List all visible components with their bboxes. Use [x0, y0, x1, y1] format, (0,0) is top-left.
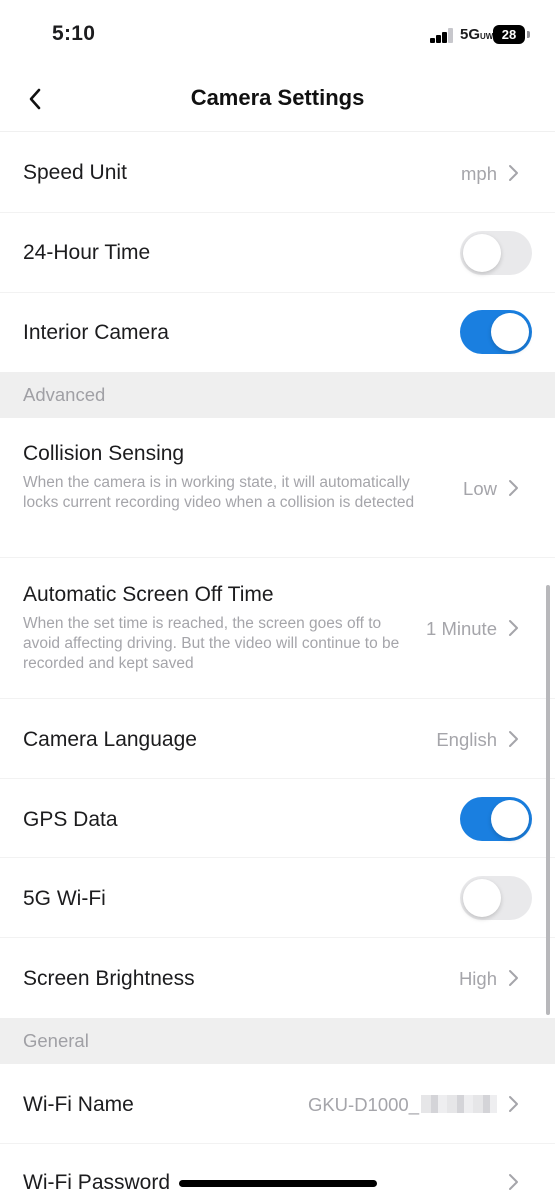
interior-camera-label: Interior Camera [23, 321, 169, 344]
chevron-right-icon [509, 1174, 518, 1190]
chevron-right-icon [509, 1096, 518, 1112]
speed-unit-label: Speed Unit [23, 161, 127, 184]
home-indicator[interactable] [179, 1180, 377, 1187]
section-title-advanced: Advanced [23, 384, 106, 405]
section-header-advanced: Advanced [0, 372, 555, 418]
section-title-general: General [23, 1030, 89, 1051]
toggle-knob [463, 234, 501, 272]
screen-brightness-value: High [458, 968, 497, 989]
wifi-name-value: GKU-D1000_ [307, 1094, 419, 1115]
screen-off-time-description: When the set time is reached, the screen… [23, 615, 400, 672]
redacted-ssid [421, 1095, 497, 1113]
wifi-name-row[interactable]: Wi-Fi Name GKU-D1000_ [0, 1064, 555, 1144]
speed-unit-row[interactable]: Speed Unit mph [0, 133, 555, 213]
status-time: 5:10 [52, 22, 96, 45]
network-label: 5G [460, 26, 481, 43]
network-sub-label: UW [480, 32, 494, 41]
gps-data-row: GPS Data [0, 779, 555, 858]
collision-sensing-label: Collision Sensing [23, 442, 185, 465]
screen-off-time-row[interactable]: Automatic Screen Off Time When the set t… [0, 558, 555, 699]
gps-data-toggle[interactable] [460, 797, 532, 841]
network-indicator: 5GUW [460, 26, 494, 43]
wifi-name-label: Wi-Fi Name [23, 1093, 134, 1116]
wifi-5g-label: 5G Wi-Fi [23, 887, 106, 910]
screen-brightness-label: Screen Brightness [23, 967, 195, 990]
wifi-5g-toggle[interactable] [460, 876, 532, 920]
toggle-knob [491, 800, 529, 838]
collision-sensing-description: When the camera is in working state, it … [23, 474, 415, 511]
toggle-knob [491, 313, 529, 351]
screen-off-time-label: Automatic Screen Off Time [23, 583, 274, 606]
hour-format-row: 24-Hour Time [0, 213, 555, 293]
camera-language-value: English [436, 729, 497, 750]
collision-sensing-row[interactable]: Collision Sensing When the camera is in … [0, 418, 555, 558]
scrollbar[interactable] [546, 585, 550, 1015]
signal-icon [430, 27, 456, 43]
speed-unit-value: mph [461, 163, 497, 184]
wifi-password-label: Wi-Fi Password [23, 1171, 171, 1194]
page-title: Camera Settings [190, 85, 365, 110]
interior-camera-row: Interior Camera [0, 293, 555, 372]
camera-language-row[interactable]: Camera Language English [0, 699, 555, 779]
chevron-right-icon [509, 165, 518, 181]
collision-sensing-value: Low [463, 478, 497, 499]
battery-icon: 28 [493, 25, 525, 44]
status-bar: 5:10 5GUW 28 [0, 0, 555, 70]
chevron-right-icon [509, 731, 518, 747]
hour-format-label: 24-Hour Time [23, 241, 151, 264]
chevron-right-icon [509, 480, 518, 496]
chevron-right-icon [509, 620, 518, 636]
camera-language-label: Camera Language [23, 728, 197, 751]
gps-data-label: GPS Data [23, 808, 118, 831]
toggle-knob [463, 879, 501, 917]
battery-nub [527, 31, 530, 38]
chevron-right-icon [509, 970, 518, 986]
wifi-5g-row: 5G Wi-Fi [0, 858, 555, 938]
nav-bar: Camera Settings [0, 70, 555, 132]
wifi-password-row[interactable]: Wi-Fi Password [0, 1144, 555, 1200]
interior-camera-toggle[interactable] [460, 310, 532, 354]
wifi-name-value-wrap: GKU-D1000_ [308, 1094, 497, 1116]
section-header-general: General [0, 1018, 555, 1064]
screen-brightness-row[interactable]: Screen Brightness High [0, 938, 555, 1018]
screen-off-time-value: 1 Minute [426, 618, 497, 639]
hour-format-toggle[interactable] [460, 231, 532, 275]
